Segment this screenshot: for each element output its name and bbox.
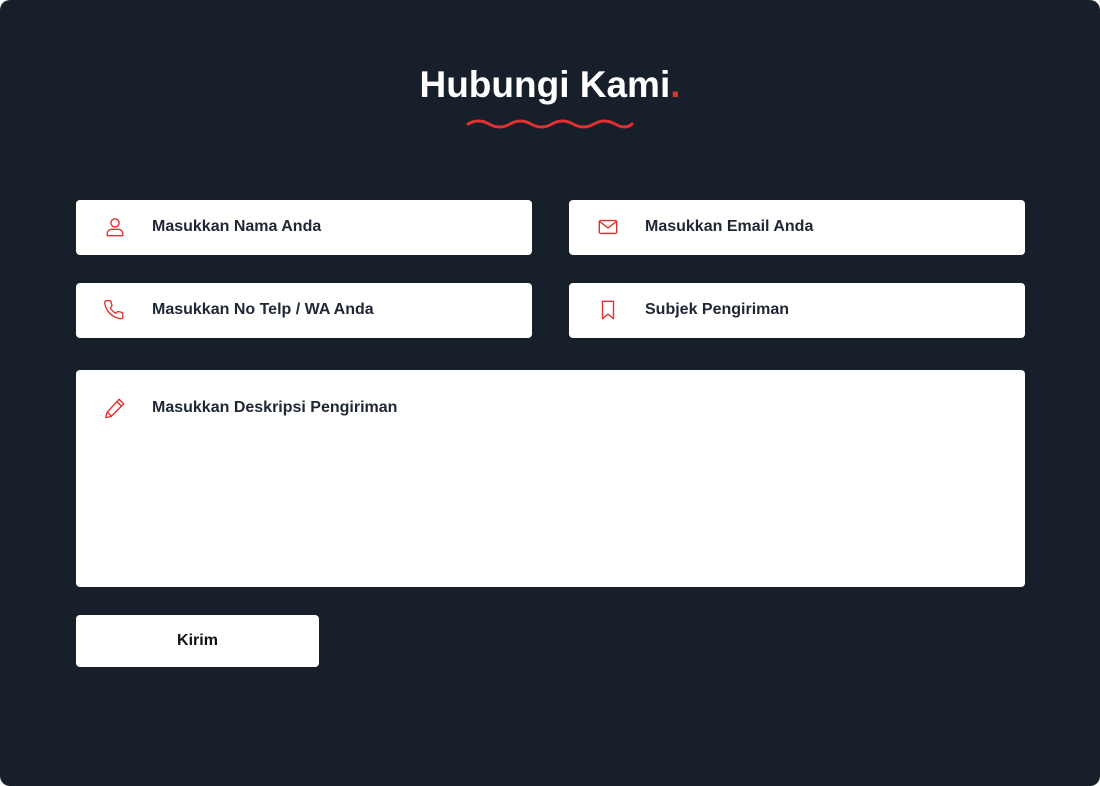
name-placeholder: Masukkan Nama Anda <box>152 218 322 235</box>
pencil-icon <box>104 397 126 419</box>
subject-field[interactable]: Subjek Pengiriman <box>569 283 1025 338</box>
phone-icon <box>104 299 126 321</box>
description-field[interactable]: Masukkan Deskripsi Pengiriman <box>76 370 1025 587</box>
email-field[interactable]: Masukkan Email Anda <box>569 200 1025 255</box>
name-field[interactable]: Masukkan Nama Anda <box>76 200 532 255</box>
page-title-dot: . <box>670 64 681 105</box>
page-title: Hubungi Kami. <box>0 62 1100 108</box>
title-squiggle-decoration <box>466 119 634 129</box>
email-placeholder: Masukkan Email Anda <box>645 218 814 235</box>
envelope-icon <box>597 216 619 238</box>
page-title-text: Hubungi Kami <box>419 64 671 105</box>
user-icon <box>104 216 126 238</box>
description-placeholder: Masukkan Deskripsi Pengiriman <box>152 399 398 416</box>
phone-placeholder: Masukkan No Telp / WA Anda <box>152 301 374 318</box>
subject-placeholder: Subjek Pengiriman <box>645 301 790 318</box>
contact-panel: Hubungi Kami. Masukkan Nama Anda Masukka… <box>0 0 1100 786</box>
phone-field[interactable]: Masukkan No Telp / WA Anda <box>76 283 532 338</box>
submit-button[interactable]: Kirim <box>76 615 319 667</box>
bookmark-icon <box>597 299 619 321</box>
